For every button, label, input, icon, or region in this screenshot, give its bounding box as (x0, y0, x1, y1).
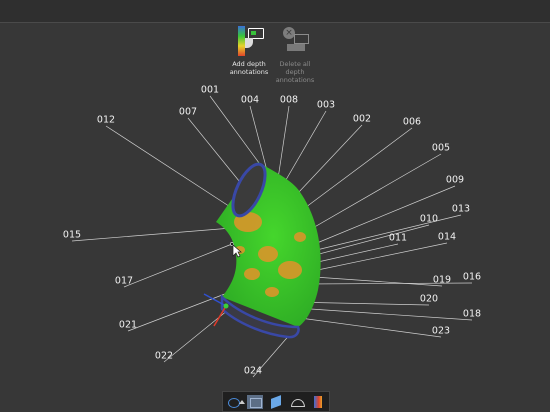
visibility-icon[interactable] (289, 395, 306, 409)
annotation-leader-line (71, 227, 233, 242)
depth-annotation-label[interactable]: 001 (201, 85, 219, 96)
depth-annotation-label[interactable]: 023 (432, 326, 450, 337)
depth-annotation-label[interactable]: 010 (420, 214, 438, 225)
depth-annotation-label[interactable]: 020 (420, 294, 438, 305)
depth-annotation-label[interactable]: 008 (280, 95, 298, 106)
annotation-leader-line (123, 243, 233, 288)
depth-annotation-label[interactable]: 007 (179, 107, 197, 118)
depth-annotation-label[interactable]: 018 (463, 309, 481, 320)
mouse-cursor-icon (232, 244, 242, 258)
depth-annotation-label[interactable]: 006 (403, 117, 421, 128)
title-bar (0, 0, 550, 23)
annotation-leader-line (295, 307, 473, 321)
depth-annotation-label[interactable]: 024 (244, 366, 262, 377)
depth-annotation-label[interactable]: 021 (119, 320, 137, 331)
depth-annotation-label[interactable]: 009 (446, 175, 464, 186)
depth-annotation-label[interactable]: 011 (389, 233, 407, 244)
annotation-leader-line (299, 275, 443, 287)
depth-annotation-label[interactable]: 003 (317, 100, 335, 111)
annotation-leader-line (303, 224, 430, 259)
annotation-leader-line (209, 95, 263, 168)
3d-viewport[interactable]: 001 002 003 004 005 006 007 008 009 010 011 012 013 0… (0, 22, 550, 387)
depth-annotation-label[interactable]: 002 (353, 114, 371, 125)
colormap-icon[interactable] (310, 395, 326, 409)
depth-annotation-label[interactable]: 022 (155, 351, 173, 362)
depth-annotation-label[interactable]: 015 (63, 230, 81, 241)
depth-annotation-label[interactable]: 019 (433, 275, 451, 286)
plane-icon[interactable] (268, 394, 284, 409)
annotation-leader-line (299, 317, 442, 338)
view-toolbar (222, 391, 330, 412)
depth-annotation-label[interactable]: 014 (438, 232, 456, 243)
depth-annotation-label[interactable]: 017 (115, 276, 133, 287)
depth-annotation-label[interactable]: 016 (463, 272, 481, 283)
depth-annotation-label[interactable]: 004 (241, 95, 259, 106)
depth-annotation-label[interactable]: 005 (432, 143, 450, 154)
view-cube-icon[interactable] (226, 395, 245, 409)
perspective-icon[interactable] (246, 394, 263, 409)
depth-annotation-label[interactable]: 013 (452, 204, 470, 215)
depth-annotation-label[interactable]: 012 (97, 115, 115, 126)
annotation-leader-line (105, 125, 239, 213)
